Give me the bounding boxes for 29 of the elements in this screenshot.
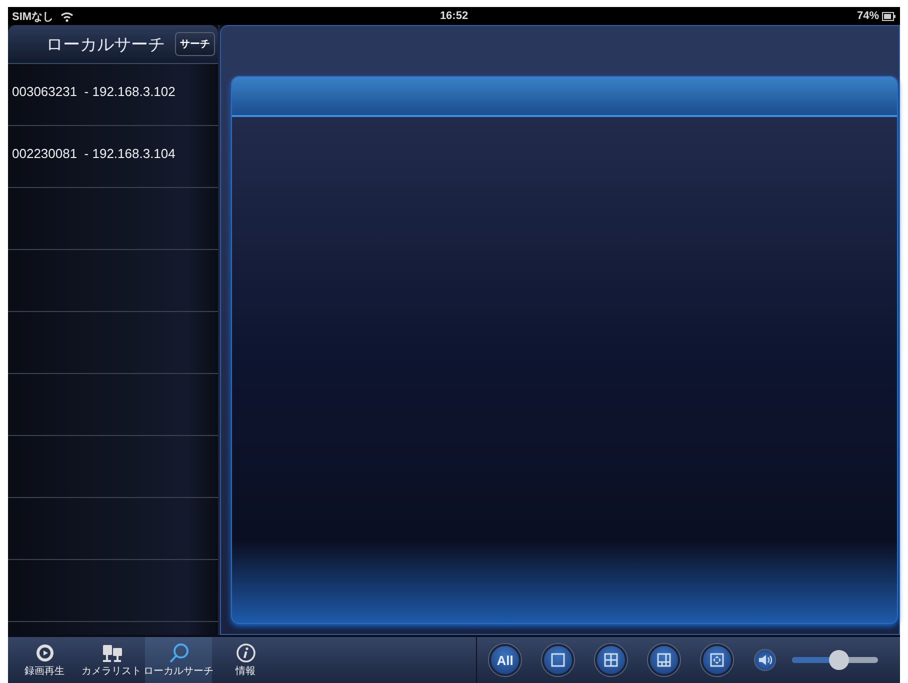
battery-icon (882, 12, 896, 20)
slider-thumb[interactable] (829, 650, 850, 670)
tab-bar-item[interactable]: ローカルサーチ (145, 637, 212, 683)
monitors-icon (102, 644, 122, 662)
expand-icon (709, 652, 725, 668)
fullscreen-button[interactable] (701, 644, 733, 676)
search-icon (169, 643, 188, 662)
info-icon (236, 643, 255, 662)
speaker-icon (758, 654, 772, 666)
volume-button[interactable] (754, 649, 776, 671)
tab-bar-item[interactable]: 情報 (212, 637, 279, 683)
panel-title: ローカルサーチ (46, 34, 165, 56)
grid-layout-button[interactable] (648, 644, 680, 676)
tab-bar-item[interactable]: 録画再生 (11, 637, 78, 683)
search-button[interactable]: サーチ (175, 32, 215, 56)
all-cameras-button[interactable]: All (489, 644, 521, 676)
wifi-icon (60, 10, 74, 22)
battery-percent: 74% (856, 10, 880, 22)
device-list-item[interactable]: 002230081 - 192.168.3.104 (12, 146, 176, 161)
tab-bar-item[interactable]: カメラリスト (78, 637, 145, 683)
grid-icon (603, 652, 619, 668)
carrier-label: SIMなし (12, 10, 54, 24)
replay-icon (36, 644, 53, 661)
grid-icon (550, 652, 566, 668)
device-list-item[interactable]: 003063231 - 192.168.3.102 (12, 84, 176, 99)
grid-layout-button[interactable] (595, 644, 627, 676)
grid-layout-button[interactable] (542, 644, 574, 676)
grid-icon (656, 652, 672, 668)
clock-time: 16:52 (440, 10, 468, 22)
